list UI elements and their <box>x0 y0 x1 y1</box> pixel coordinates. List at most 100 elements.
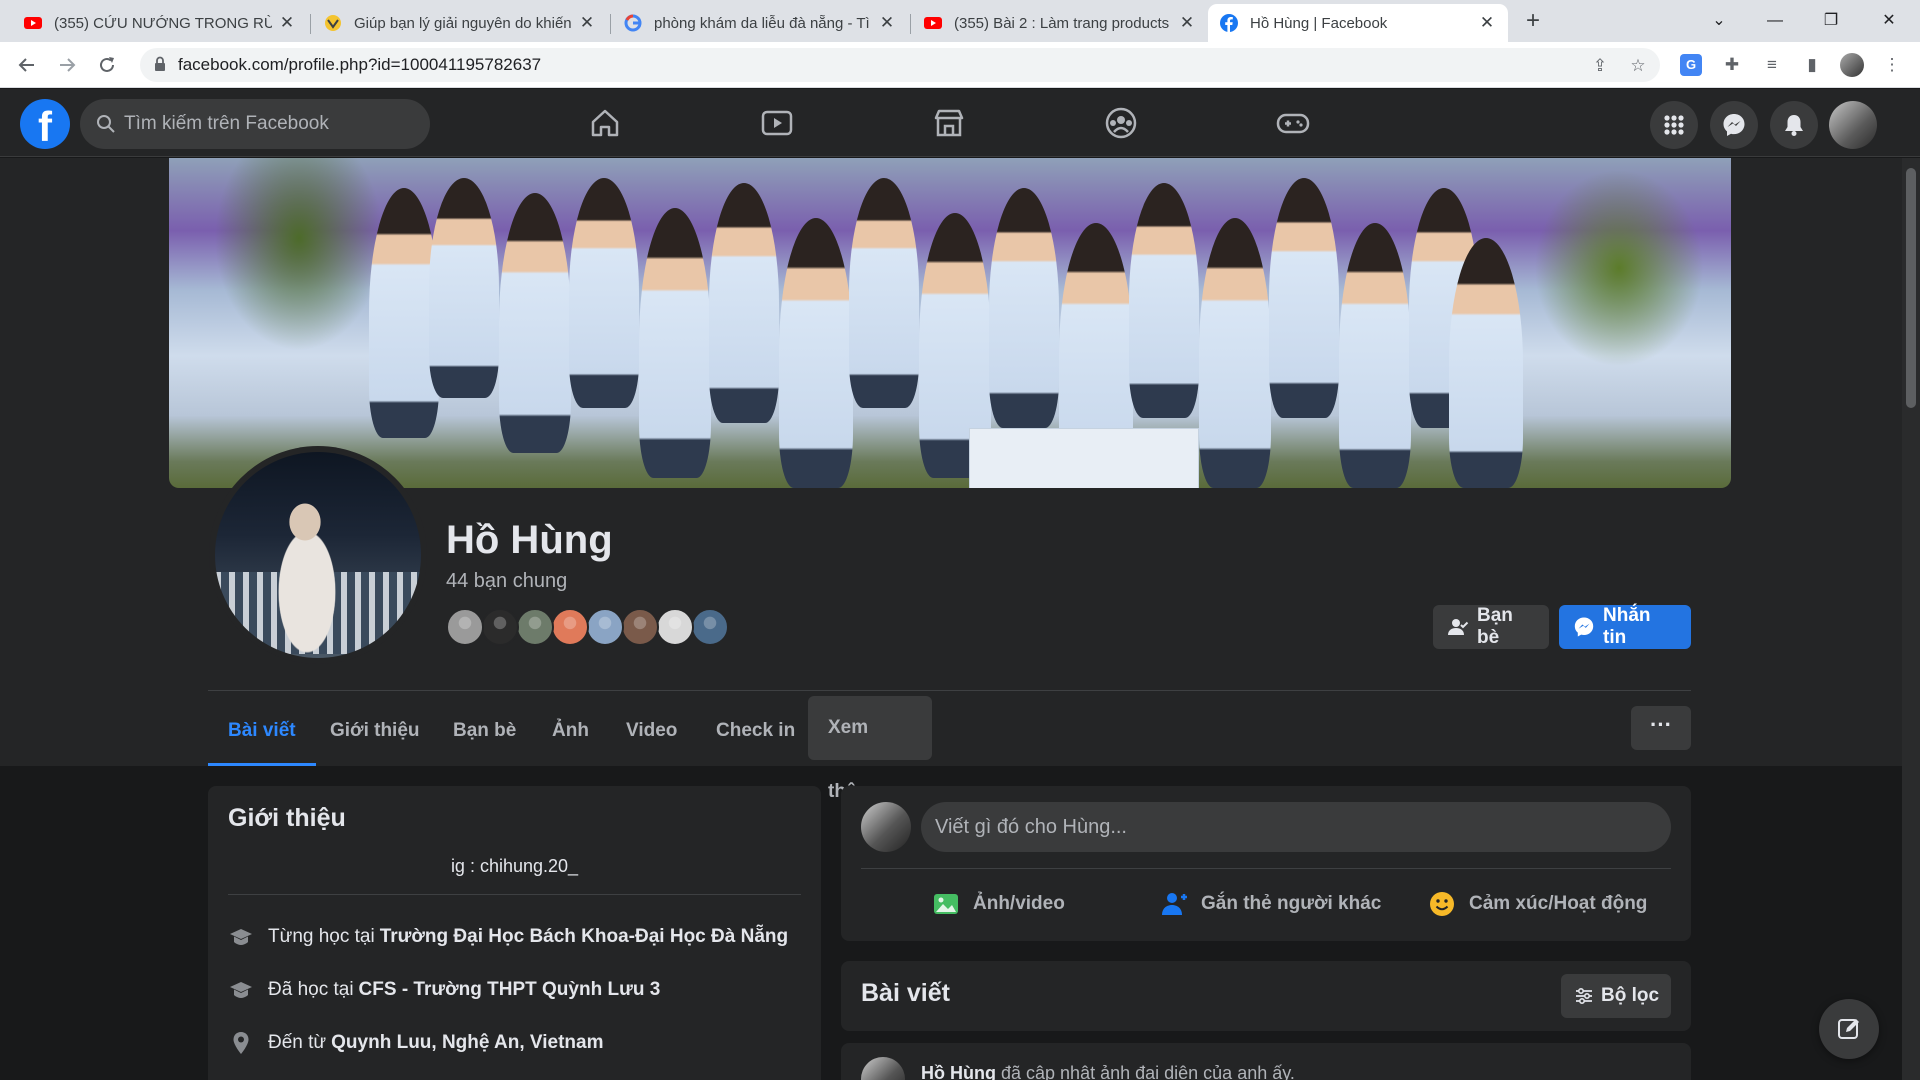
search-placeholder: Tìm kiếm trên Facebook <box>124 113 329 134</box>
post-author-avatar[interactable] <box>861 1057 905 1080</box>
profile-avatar[interactable] <box>215 452 421 658</box>
youtube-icon <box>924 17 942 29</box>
intro-card: Giới thiệu ig : chihung.20_ Từng học tại… <box>208 786 821 1080</box>
tab-see-more[interactable]: Xem thêm ▼ <box>808 696 932 802</box>
messenger-icon <box>1574 617 1594 637</box>
photo-video-button[interactable]: Ảnh/video <box>931 880 1065 928</box>
tab-about[interactable]: Giới thiệu <box>310 696 440 766</box>
mutual-friend-avatar[interactable] <box>586 608 624 646</box>
share-icon[interactable]: ⇪ <box>1590 56 1610 76</box>
marketplace-icon[interactable] <box>929 103 969 143</box>
composer-avatar[interactable] <box>861 802 911 852</box>
mutual-friend-avatar[interactable] <box>481 608 519 646</box>
more-options-button[interactable]: ··· <box>1631 706 1691 750</box>
profile-header: Hồ Hùng 44 bạn chung Bạn bè Nhắn tin Bài… <box>0 158 1902 802</box>
browser-tab[interactable]: phòng khám da liễu đà nẵng - Tì ✕ <box>612 4 908 42</box>
chrome-menu-icon[interactable]: ⋮ <box>1880 53 1904 77</box>
browser-tab-active[interactable]: Hồ Hùng | Facebook ✕ <box>1208 4 1508 42</box>
tab-posts[interactable]: Bài viết <box>208 696 316 766</box>
intro-row-hometown: Đến từ Quynh Luu, Nghệ An, Vietnam <box>228 1028 604 1058</box>
bookmark-star-icon[interactable]: ☆ <box>1628 56 1648 76</box>
post-card: Hồ Hùng đã cập nhật ảnh đại diện của anh… <box>841 1043 1691 1080</box>
cover-photo[interactable] <box>169 158 1731 488</box>
mutual-friend-avatar[interactable] <box>656 608 694 646</box>
school-icon <box>230 929 252 945</box>
intro-divider <box>228 894 801 895</box>
forward-icon[interactable] <box>52 50 82 80</box>
groups-icon[interactable] <box>1101 103 1141 143</box>
feeling-activity-label: Cảm xúc/Hoạt động <box>1469 893 1648 914</box>
mutual-friends-count[interactable]: 44 bạn chung <box>446 570 567 593</box>
site-icon <box>325 15 341 31</box>
tab-friends[interactable]: Bạn bè <box>433 696 536 766</box>
address-bar[interactable]: facebook.com/profile.php?id=100041195782… <box>140 48 1660 82</box>
post-composer: Viết gì đó cho Hùng... Ảnh/video Gắn thẻ… <box>841 786 1691 941</box>
account-avatar[interactable] <box>1829 101 1877 149</box>
tag-people-button[interactable]: Gắn thẻ người khác <box>1159 880 1381 928</box>
filter-label: Bộ lọc <box>1600 985 1660 1006</box>
intro-row-education: Từng học tại Trường Đại Học Bách Khoa-Đạ… <box>228 922 788 952</box>
filter-button[interactable]: Bộ lọc <box>1561 974 1671 1018</box>
browser-tab[interactable]: (355) Bài 2 : Làm trang products ✕ <box>912 4 1208 42</box>
browser-tab-strip: (355) CỨU NƯỚNG TRONG RỪNG ✕ Giúp bạn lý… <box>0 0 1920 42</box>
intro-row-value[interactable]: Trường Đại Học Bách Khoa-Đại Học Đà Nẵng <box>380 926 788 948</box>
mutual-friend-avatar[interactable] <box>551 608 589 646</box>
gaming-icon[interactable] <box>1273 103 1313 143</box>
close-tab-icon[interactable]: ✕ <box>878 13 896 33</box>
posts-heading: Bài viết <box>861 979 950 1007</box>
browser-tab[interactable]: Giúp bạn lý giải nguyên do khiến ✕ <box>312 4 608 42</box>
tag-people-label: Gắn thẻ người khác <box>1201 893 1382 914</box>
header-divider <box>208 690 1691 691</box>
mutual-friend-avatar[interactable] <box>516 608 554 646</box>
post-author-name[interactable]: Hồ Hùng <box>921 1063 996 1080</box>
close-tab-icon[interactable]: ✕ <box>278 13 296 33</box>
watch-icon[interactable] <box>757 103 797 143</box>
friends-button-label: Bạn bè <box>1477 605 1513 648</box>
close-tab-icon[interactable]: ✕ <box>1478 13 1496 33</box>
restore-icon[interactable]: ❐ <box>1808 4 1854 38</box>
close-window-icon[interactable]: ✕ <box>1866 4 1912 38</box>
mutual-friend-avatar[interactable] <box>446 608 484 646</box>
browser-tab-title: Hồ Hùng | Facebook <box>1250 14 1388 32</box>
minimize-icon[interactable]: — <box>1752 4 1798 38</box>
tab-photos[interactable]: Ảnh <box>532 696 609 766</box>
profile-avatar-icon[interactable] <box>1840 53 1864 77</box>
composer-input[interactable]: Viết gì đó cho Hùng... <box>921 802 1671 852</box>
friends-button[interactable]: Bạn bè <box>1433 605 1549 649</box>
feeling-activity-button[interactable]: Cảm xúc/Hoạt động <box>1427 880 1647 928</box>
facebook-icon <box>1220 14 1238 32</box>
messenger-icon[interactable] <box>1710 101 1758 149</box>
intro-row-value[interactable]: Quynh Luu, Nghệ An, Vietnam <box>331 1032 603 1054</box>
translate-extension-icon[interactable]: G <box>1680 54 1702 76</box>
post-header-text: Hồ Hùng đã cập nhật ảnh đại diện của anh… <box>921 1063 1295 1080</box>
intro-row-prefix: Đến từ <box>268 1032 327 1053</box>
mutual-friend-avatar[interactable] <box>621 608 659 646</box>
home-icon[interactable] <box>585 103 625 143</box>
intro-row-value[interactable]: CFS - Trường THPT Quỳnh Lưu 3 <box>359 979 661 1001</box>
media-queue-icon[interactable]: ≡ <box>1760 53 1784 77</box>
menu-grid-icon[interactable] <box>1650 101 1698 149</box>
scrollbar-thumb[interactable] <box>1906 168 1916 408</box>
notifications-icon[interactable] <box>1770 101 1818 149</box>
side-panel-icon[interactable]: ▮ <box>1800 53 1824 77</box>
tab-videos[interactable]: Video <box>606 696 697 766</box>
close-tab-icon[interactable]: ✕ <box>1178 13 1196 33</box>
new-message-button[interactable] <box>1819 999 1879 1059</box>
browser-tab[interactable]: (355) CỨU NƯỚNG TRONG RỪNG ✕ <box>12 4 308 42</box>
back-icon[interactable] <box>12 50 42 80</box>
posts-header: Bài viết Bộ lọc <box>841 961 1691 1031</box>
new-tab-button[interactable]: + <box>1519 8 1547 36</box>
lock-icon <box>155 56 165 71</box>
browser-tab-title: (355) Bài 2 : Làm trang products <box>954 14 1170 32</box>
youtube-icon <box>24 17 42 29</box>
close-tab-icon[interactable]: ✕ <box>578 13 596 33</box>
tab-search-icon[interactable]: ⌄ <box>1696 4 1742 38</box>
tab-check-in[interactable]: Check in <box>696 696 815 766</box>
extensions-puzzle-icon[interactable]: ✚ <box>1720 53 1744 77</box>
mutual-friend-avatar[interactable] <box>691 608 729 646</box>
reload-icon[interactable] <box>92 50 122 80</box>
message-button[interactable]: Nhắn tin <box>1559 605 1691 649</box>
page-scrollbar[interactable] <box>1902 158 1920 1080</box>
facebook-logo[interactable]: f <box>20 99 70 149</box>
facebook-search-input[interactable]: Tìm kiếm trên Facebook <box>80 99 430 149</box>
